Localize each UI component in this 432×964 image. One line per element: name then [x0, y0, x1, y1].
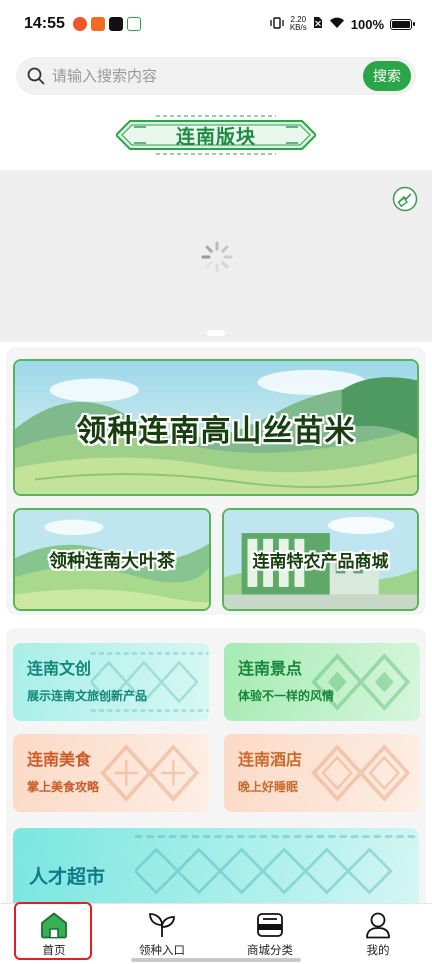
battery-icon	[390, 18, 415, 30]
home-indicator[interactable]	[131, 958, 301, 962]
status-time: 14:55	[24, 15, 65, 32]
nav-label: 首页	[42, 943, 66, 957]
app-notification-icon	[126, 17, 141, 31]
bottom-nav: 首页 领种入口 商城分类 我的	[0, 903, 432, 964]
nav-home[interactable]: 首页	[0, 904, 108, 964]
category-title: 连南美食	[27, 750, 92, 769]
category-jingdian[interactable]: 连南景点 体验不一样的风情	[224, 643, 420, 721]
nav-mine[interactable]: 我的	[324, 904, 432, 964]
banner-tea[interactable]: 领种连南大叶茶	[13, 508, 211, 611]
tiktok-app-icon	[108, 17, 123, 31]
nav-label: 我的	[366, 943, 390, 957]
category-title: 连南景点	[238, 659, 303, 678]
category-title: 连南文创	[27, 659, 92, 678]
banner-rice[interactable]: 领种连南高山丝苗米	[13, 359, 419, 496]
notification-icons	[72, 17, 141, 31]
nav-label: 领种入口	[139, 943, 185, 957]
status-bar: 14:55 2.20 KB/s 100%	[0, 0, 432, 48]
category-meishi[interactable]: 连南美食 掌上美食攻略	[13, 734, 209, 812]
category-title: 连南酒店	[238, 750, 303, 769]
section-header: 连南版块	[116, 113, 316, 157]
category-subtitle: 晚上好睡眠	[238, 780, 299, 794]
vibrate-icon	[270, 16, 284, 32]
user-icon	[366, 912, 390, 939]
home-icon	[41, 912, 67, 939]
shop-icon	[257, 913, 283, 937]
category-title: 人才超市	[29, 865, 106, 888]
nav-shop-category[interactable]: 商城分类	[216, 904, 324, 964]
banner-tea-label: 领种连南大叶茶	[49, 550, 175, 572]
category-wenchuang[interactable]: 连南文创 展示连南文旅创新产品	[13, 643, 209, 721]
loading-spinner-icon	[201, 241, 233, 273]
fullscreen-toggle-icon[interactable]	[392, 186, 418, 212]
banner-mall-label: 连南特农产品商城	[252, 552, 389, 572]
banner-mall[interactable]: 连南特农产品商城	[222, 508, 419, 611]
nav-seed-entry[interactable]: 领种入口	[108, 904, 216, 964]
search-input[interactable]	[52, 67, 352, 85]
category-jiudian[interactable]: 连南酒店 晚上好睡眠	[224, 734, 420, 812]
search-bar[interactable]: 搜索	[16, 57, 416, 95]
category-subtitle: 体验不一样的风情	[238, 689, 335, 703]
sprout-icon	[149, 913, 175, 937]
ethnic-pattern	[134, 835, 419, 907]
status-indicators: 2.20 KB/s 100%	[270, 16, 415, 32]
wifi-icon	[329, 17, 345, 32]
search-icon	[27, 67, 45, 85]
net-speed-unit: KB/s	[289, 23, 307, 32]
battery-percent: 100%	[350, 16, 384, 32]
weibo-app-icon	[72, 17, 87, 31]
network-speed: 2.20 KB/s	[290, 16, 307, 32]
app-notification-icon	[90, 17, 105, 31]
section-title: 连南版块	[175, 125, 256, 148]
search-button[interactable]: 搜索	[363, 61, 411, 91]
category-subtitle: 掌上美食攻略	[27, 780, 100, 794]
sim-off-icon	[313, 16, 323, 32]
nav-label: 商城分类	[247, 943, 293, 957]
banner-rice-label: 领种连南高山丝苗米	[76, 413, 356, 449]
category-rencai[interactable]: 人才超市	[13, 828, 419, 914]
carousel-indicator	[207, 330, 225, 336]
category-subtitle: 展示连南文旅创新产品	[27, 689, 148, 703]
